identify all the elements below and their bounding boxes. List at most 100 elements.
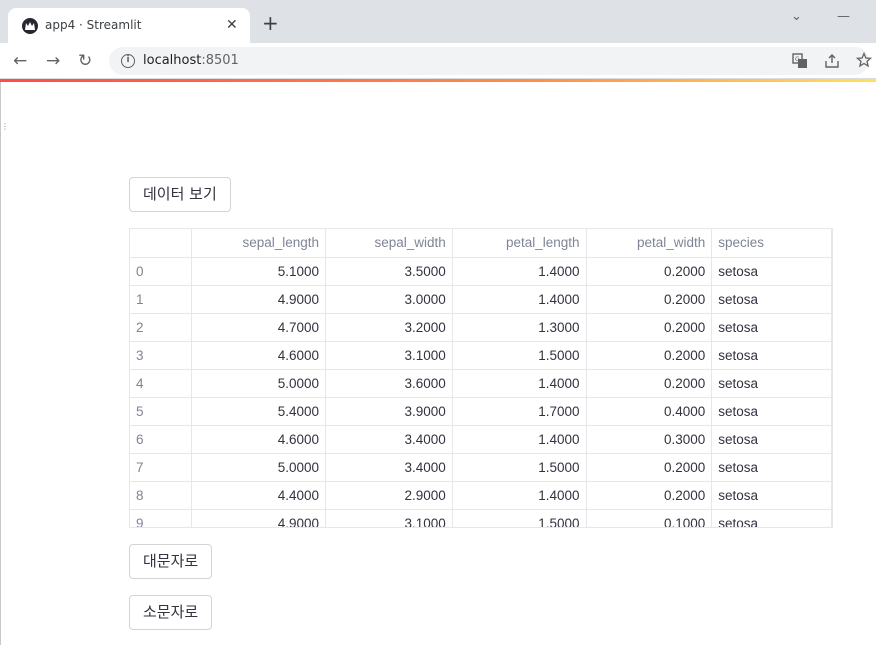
- cell-petal-length[interactable]: 1.4000: [452, 285, 587, 314]
- url-text[interactable]: localhost:8501: [143, 53, 239, 68]
- table-row: 4 5.0000 3.6000 1.4000 0.2000 setosa: [130, 369, 832, 398]
- browser-tab[interactable]: app4 · Streamlit ✕: [8, 8, 250, 43]
- tab-search-icon[interactable]: ⌄: [791, 9, 802, 24]
- table-header-row: sepal_length sepal_width petal_length pe…: [130, 229, 832, 258]
- cell-petal-length[interactable]: 1.4000: [452, 369, 587, 398]
- cell-sepal-width[interactable]: 3.2000: [325, 313, 453, 342]
- cell-sepal-width[interactable]: 3.5000: [325, 257, 453, 286]
- cell-sepal-length[interactable]: 4.6000: [191, 341, 327, 370]
- cell-petal-width[interactable]: 0.2000: [586, 481, 713, 510]
- cell-petal-width[interactable]: 0.2000: [586, 453, 713, 482]
- cell-species[interactable]: setosa: [711, 453, 832, 482]
- bookmark-star-icon[interactable]: [855, 51, 873, 72]
- cell-petal-width[interactable]: 0.2000: [586, 313, 713, 342]
- browser-toolbar: ← → ↻ i localhost:8501 G: [0, 43, 876, 79]
- cell-species[interactable]: setosa: [711, 369, 832, 398]
- cell-sepal-width[interactable]: 3.4000: [325, 425, 453, 454]
- column-header-sepal-width[interactable]: sepal_width: [325, 229, 453, 258]
- tab-close-icon[interactable]: ✕: [226, 17, 238, 33]
- row-index: 5: [130, 397, 193, 426]
- cell-sepal-length[interactable]: 4.6000: [191, 425, 327, 454]
- table-row: 8 4.4000 2.9000 1.4000 0.2000 setosa: [130, 481, 832, 510]
- cell-sepal-length[interactable]: 5.4000: [191, 397, 327, 426]
- cell-species[interactable]: setosa: [711, 397, 832, 426]
- cell-petal-length[interactable]: 1.4000: [452, 481, 587, 510]
- column-header-sepal-length[interactable]: sepal_length: [191, 229, 327, 258]
- cell-sepal-width[interactable]: 2.9000: [325, 481, 453, 510]
- column-header-index[interactable]: [130, 229, 193, 258]
- cell-petal-width[interactable]: 0.4000: [586, 397, 713, 426]
- cell-species[interactable]: setosa: [711, 257, 832, 286]
- cell-sepal-width[interactable]: 3.1000: [325, 509, 453, 527]
- cell-petal-length[interactable]: 1.5000: [452, 341, 587, 370]
- cell-sepal-length[interactable]: 5.0000: [191, 369, 327, 398]
- column-header-petal-length[interactable]: petal_length: [452, 229, 587, 258]
- cell-sepal-width[interactable]: 3.9000: [325, 397, 453, 426]
- table-row: 6 4.6000 3.4000 1.4000 0.3000 setosa: [130, 425, 832, 454]
- reload-button[interactable]: ↻: [78, 51, 92, 71]
- cell-petal-width[interactable]: 0.1000: [586, 509, 713, 527]
- row-index: 0: [130, 257, 193, 286]
- cell-petal-width[interactable]: 0.2000: [586, 285, 713, 314]
- cell-sepal-width[interactable]: 3.4000: [325, 453, 453, 482]
- column-header-petal-width[interactable]: petal_width: [586, 229, 713, 258]
- cell-species[interactable]: setosa: [711, 341, 832, 370]
- cell-petal-length[interactable]: 1.4000: [452, 425, 587, 454]
- new-tab-button[interactable]: +: [262, 13, 279, 33]
- cell-petal-length[interactable]: 1.5000: [452, 509, 587, 527]
- cell-petal-width[interactable]: 0.2000: [586, 369, 713, 398]
- row-index: 8: [130, 481, 193, 510]
- dataframe[interactable]: sepal_length sepal_width petal_length pe…: [129, 228, 833, 528]
- url-port: :8501: [201, 53, 239, 68]
- cell-sepal-length[interactable]: 5.1000: [191, 257, 327, 286]
- cell-sepal-length[interactable]: 4.4000: [191, 481, 327, 510]
- cell-petal-width[interactable]: 0.2000: [586, 341, 713, 370]
- tab-title: app4 · Streamlit: [45, 18, 142, 32]
- cell-species[interactable]: setosa: [711, 509, 832, 527]
- lowercase-button[interactable]: 소문자로: [129, 595, 213, 630]
- svg-text:G: G: [795, 56, 800, 63]
- browser-tabstrip: app4 · Streamlit ✕ + ⌄ —: [0, 0, 876, 43]
- cell-petal-length[interactable]: 1.7000: [452, 397, 587, 426]
- dataframe-table: sepal_length sepal_width petal_length pe…: [130, 229, 832, 527]
- view-data-button[interactable]: 데이터 보기: [129, 177, 231, 212]
- cell-sepal-width[interactable]: 3.0000: [325, 285, 453, 314]
- cell-sepal-length[interactable]: 4.7000: [191, 313, 327, 342]
- table-row: 5 5.4000 3.9000 1.7000 0.4000 setosa: [130, 397, 832, 426]
- sidebar-collapse-icon[interactable]: ⋮: [1, 122, 9, 131]
- row-index: 2: [130, 313, 193, 342]
- translate-icon[interactable]: G: [792, 53, 808, 73]
- streamlit-favicon-icon: [22, 18, 38, 34]
- cell-sepal-width[interactable]: 3.6000: [325, 369, 453, 398]
- row-index: 7: [130, 453, 193, 482]
- cell-sepal-length[interactable]: 4.9000: [191, 285, 327, 314]
- cell-sepal-length[interactable]: 4.9000: [191, 509, 327, 527]
- site-info-icon[interactable]: i: [121, 54, 135, 68]
- cell-petal-width[interactable]: 0.3000: [586, 425, 713, 454]
- row-index: 3: [130, 341, 193, 370]
- uppercase-button[interactable]: 대문자로: [129, 544, 213, 579]
- cell-petal-length[interactable]: 1.3000: [452, 313, 587, 342]
- cell-sepal-width[interactable]: 3.1000: [325, 341, 453, 370]
- cell-species[interactable]: setosa: [711, 313, 832, 342]
- forward-button[interactable]: →: [46, 51, 60, 71]
- address-bar[interactable]: i localhost:8501 G: [109, 47, 873, 75]
- back-button[interactable]: ←: [13, 51, 27, 71]
- cell-petal-width[interactable]: 0.2000: [586, 257, 713, 286]
- row-index: 6: [130, 425, 193, 454]
- cell-species[interactable]: setosa: [711, 285, 832, 314]
- share-icon[interactable]: [824, 53, 840, 73]
- table-row: 0 5.1000 3.5000 1.4000 0.2000 setosa: [130, 257, 832, 286]
- table-row: 9 4.9000 3.1000 1.5000 0.1000 setosa: [130, 509, 832, 527]
- cell-species[interactable]: setosa: [711, 481, 832, 510]
- cell-petal-length[interactable]: 1.5000: [452, 453, 587, 482]
- url-host: localhost: [143, 53, 202, 68]
- row-index: 9: [130, 509, 193, 527]
- table-row: 2 4.7000 3.2000 1.3000 0.2000 setosa: [130, 313, 832, 342]
- column-header-species[interactable]: species: [711, 229, 832, 258]
- minimize-button[interactable]: —: [837, 9, 850, 24]
- cell-petal-length[interactable]: 1.4000: [452, 257, 587, 286]
- cell-species[interactable]: setosa: [711, 425, 832, 454]
- cell-sepal-length[interactable]: 5.0000: [191, 453, 327, 482]
- table-row: 1 4.9000 3.0000 1.4000 0.2000 setosa: [130, 285, 832, 314]
